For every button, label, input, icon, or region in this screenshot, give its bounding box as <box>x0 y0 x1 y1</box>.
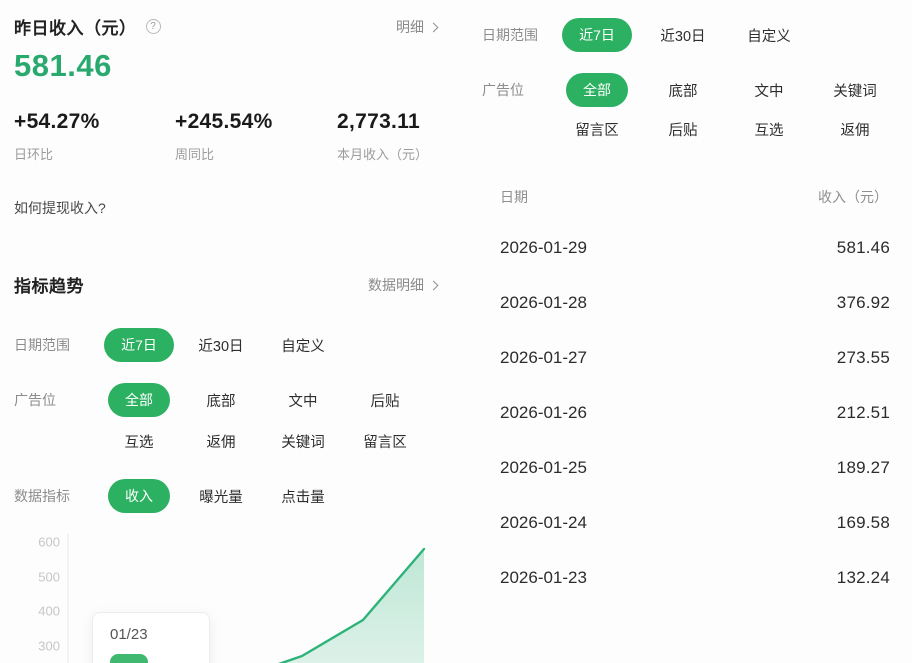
stat-day-over-day: +54.27% 日环比 <box>14 110 100 163</box>
option-metric-clicks[interactable]: 点击量 <box>281 486 325 507</box>
column-header-income: 收入（元） <box>818 187 888 207</box>
y-tick-400: 400 <box>38 603 60 618</box>
help-icon[interactable]: ? <box>146 19 161 34</box>
stat-label: 周同比 <box>175 144 273 163</box>
row-income: 132.24 <box>837 568 890 588</box>
option-custom-range[interactable]: 自定义 <box>281 335 325 356</box>
chevron-right-icon <box>429 22 439 32</box>
row-date: 2026-01-28 <box>500 293 587 313</box>
filter-row-ad-slot-2: 互选 返佣 关键词 留言区 <box>14 424 426 458</box>
table-row: 2026-01-28 376.92 <box>500 275 890 330</box>
table-row: 2026-01-26 212.51 <box>500 385 890 440</box>
filter-row-ad-slot: 广告位 全部 底部 文中 后贴 <box>14 383 426 417</box>
option-ad-bottom[interactable]: 底部 <box>669 80 698 101</box>
row-date: 2026-01-24 <box>500 513 587 533</box>
stat-value: 2,773.11 <box>337 110 428 134</box>
option-ad-keyword[interactable]: 关键词 <box>281 431 325 452</box>
row-date: 2026-01-25 <box>500 458 587 478</box>
option-ad-all-selected[interactable]: 全部 <box>566 73 628 107</box>
data-detail-link[interactable]: 数据明细 <box>368 275 437 295</box>
option-ad-rebate[interactable]: 返佣 <box>207 431 236 452</box>
option-ad-keyword[interactable]: 关键词 <box>833 80 877 101</box>
option-ad-comments[interactable]: 留言区 <box>363 431 407 452</box>
filter-row-metric: 数据指标 收入 曝光量 点击量 <box>14 479 344 513</box>
y-tick-500: 500 <box>38 569 60 584</box>
option-ad-bottom[interactable]: 底部 <box>207 390 236 411</box>
table-row: 2026-01-25 189.27 <box>500 440 890 495</box>
option-ad-mutual[interactable]: 互选 <box>125 431 154 452</box>
option-last-30-days[interactable]: 近30日 <box>660 25 705 46</box>
yesterday-income-amount: 581.46 <box>14 48 112 84</box>
stat-label: 本月收入（元） <box>337 144 428 163</box>
row-income: 189.27 <box>837 458 890 478</box>
y-tick-600: 600 <box>38 534 60 549</box>
option-metric-impressions[interactable]: 曝光量 <box>199 486 243 507</box>
option-ad-inline[interactable]: 文中 <box>755 80 784 101</box>
row-income: 273.55 <box>837 348 890 368</box>
stat-label: 日环比 <box>14 144 100 163</box>
filter-row-date-range: 日期范围 近7日 近30日 自定义 <box>14 328 344 362</box>
row-date: 2026-01-23 <box>500 568 587 588</box>
data-detail-link-label: 数据明细 <box>368 275 424 295</box>
option-ad-rebate[interactable]: 返佣 <box>841 119 870 140</box>
y-tick-300: 300 <box>38 638 60 653</box>
option-ad-mutual[interactable]: 互选 <box>755 119 784 140</box>
row-income: 581.46 <box>837 238 890 258</box>
option-last-7-days-selected[interactable]: 近7日 <box>104 328 174 362</box>
income-table-header: 日期 收入（元） <box>500 187 888 207</box>
option-last-7-days-selected[interactable]: 近7日 <box>562 18 632 52</box>
table-row: 2026-01-23 132.24 <box>500 550 890 605</box>
option-ad-comments[interactable]: 留言区 <box>575 119 619 140</box>
option-ad-all-selected[interactable]: 全部 <box>108 383 170 417</box>
table-row: 2026-01-24 169.58 <box>500 495 890 550</box>
stat-week-over-week: +245.54% 周同比 <box>175 110 273 163</box>
stat-value: +245.54% <box>175 110 273 134</box>
option-ad-postroll[interactable]: 后贴 <box>669 119 698 140</box>
option-metric-income-selected[interactable]: 收入 <box>108 479 170 513</box>
filter-label-ad-slot: 广告位 <box>482 80 554 100</box>
filter-label-metric: 数据指标 <box>14 486 98 506</box>
detail-filter-row-ad-slot-2: 留言区 后贴 互选 返佣 <box>482 112 898 146</box>
income-stats-row: +54.27% 日环比 +245.54% 周同比 2,773.11 本月收入（元… <box>14 110 437 166</box>
row-income: 212.51 <box>837 403 890 423</box>
income-detail-link[interactable]: 明细 <box>396 17 437 37</box>
chart-tooltip: 01/23 <box>92 612 210 663</box>
stat-month-income: 2,773.11 本月收入（元） <box>337 110 428 163</box>
income-overview-panel: 昨日收入（元） ? 明细 581.46 +54.27% 日环比 +245.54%… <box>14 0 437 663</box>
filter-label-date-range: 日期范围 <box>482 25 554 45</box>
option-ad-postroll[interactable]: 后贴 <box>371 390 400 411</box>
table-row: 2026-01-27 273.55 <box>500 330 890 385</box>
trend-chart[interactable]: 600 500 400 300 01/23 <box>14 524 437 663</box>
chevron-right-icon <box>429 280 439 290</box>
option-ad-inline[interactable]: 文中 <box>289 390 318 411</box>
trend-chart-svg: 600 500 400 300 <box>14 524 437 663</box>
option-last-30-days[interactable]: 近30日 <box>198 335 243 356</box>
trend-section-title: 指标趋势 <box>14 272 84 297</box>
row-date: 2026-01-27 <box>500 348 587 368</box>
stat-value: +54.27% <box>14 110 100 134</box>
trend-section-header: 指标趋势 数据明细 <box>14 272 437 297</box>
income-detail-panel: 日期范围 近7日 近30日 自定义 广告位 全部 底部 文中 关键词 留言区 后… <box>482 0 902 663</box>
filter-label-date-range: 日期范围 <box>14 335 98 355</box>
detail-filter-row-ad-slot: 广告位 全部 底部 文中 关键词 <box>482 73 898 107</box>
filter-label-ad-slot: 广告位 <box>14 390 98 410</box>
tooltip-series-badge <box>110 654 148 663</box>
income-card-title: 昨日收入（元） <box>14 14 137 39</box>
column-header-date: 日期 <box>500 187 528 207</box>
detail-filter-row-date-range: 日期范围 近7日 近30日 自定义 <box>482 18 812 52</box>
row-date: 2026-01-29 <box>500 238 587 258</box>
tooltip-date: 01/23 <box>110 626 209 643</box>
row-income: 376.92 <box>837 293 890 313</box>
table-row: 2026-01-29 581.46 <box>500 220 890 275</box>
withdraw-help-link[interactable]: 如何提现收入? <box>14 198 106 218</box>
row-date: 2026-01-26 <box>500 403 587 423</box>
revenue-dashboard: 昨日收入（元） ? 明细 581.46 +54.27% 日环比 +245.54%… <box>0 0 912 663</box>
income-card-header: 昨日收入（元） ? 明细 <box>14 14 437 39</box>
row-income: 169.58 <box>837 513 890 533</box>
income-detail-link-label: 明细 <box>396 17 424 37</box>
option-custom-range[interactable]: 自定义 <box>747 25 791 46</box>
